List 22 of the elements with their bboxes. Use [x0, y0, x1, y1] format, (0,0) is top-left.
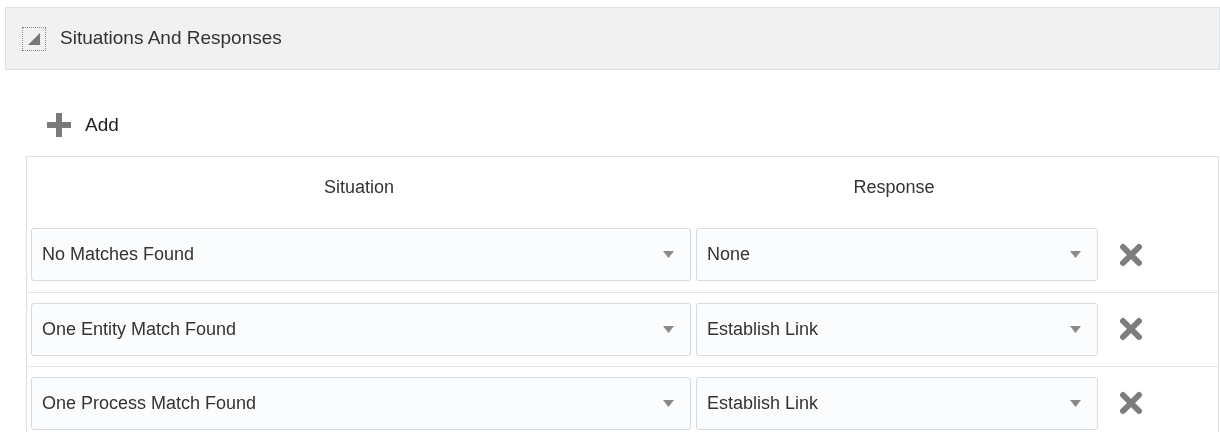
section-title: Situations And Responses	[60, 26, 282, 51]
select-field[interactable]: Establish Link	[696, 302, 1098, 356]
column-header: Situation	[322, 175, 396, 199]
select-field[interactable]: One Process Match Found	[31, 376, 691, 430]
column-header: Response	[852, 175, 936, 199]
select-field[interactable]: One Entity Match Found	[31, 302, 691, 356]
collapse-toggle[interactable]	[22, 26, 46, 51]
dropdown-caret-icon	[1070, 399, 1081, 407]
dropdown-caret-icon	[1070, 325, 1081, 333]
dropdown-caret-icon	[1070, 251, 1081, 258]
plus-icon	[47, 113, 71, 138]
delete-button[interactable]	[1118, 316, 1144, 342]
delete-button[interactable]	[1118, 241, 1144, 268]
select-field[interactable]: None	[696, 228, 1098, 281]
dropdown-caret-icon	[663, 251, 674, 258]
dropdown-caret-icon	[663, 325, 674, 333]
select-field[interactable]: Establish Link	[696, 376, 1098, 430]
dropdown-caret-icon	[663, 399, 674, 407]
delete-button[interactable]	[1118, 390, 1144, 416]
triangle-icon	[27, 31, 41, 46]
add-button[interactable]: Add	[47, 111, 119, 140]
select-field[interactable]: No Matches Found	[31, 228, 691, 281]
